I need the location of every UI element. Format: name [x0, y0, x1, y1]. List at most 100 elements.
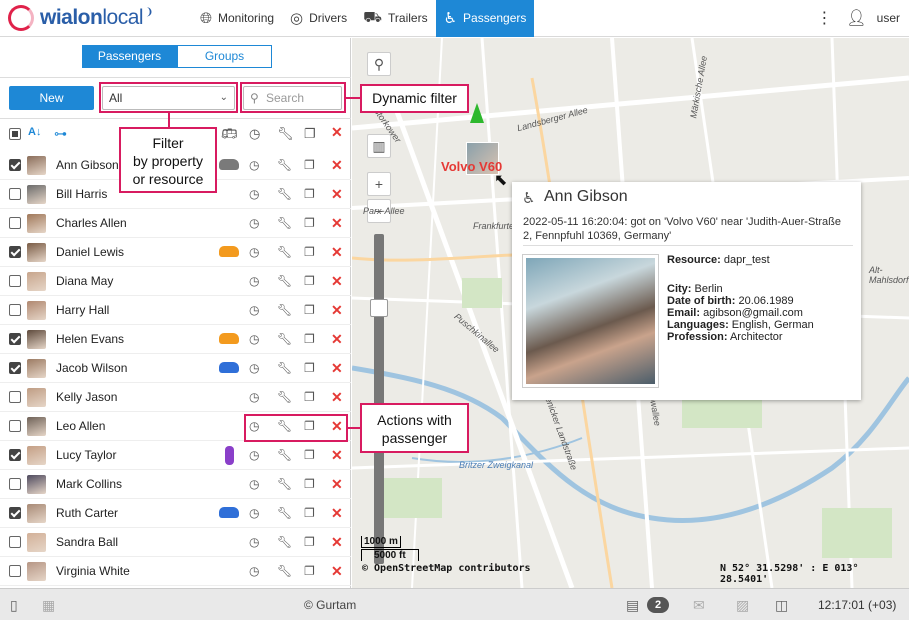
passenger-row[interactable]: Kelly Jason ◷ 🔧︎ ❐ ✕ — [0, 383, 351, 412]
history-icon[interactable]: ◷ — [249, 332, 259, 346]
copy-icon[interactable]: ❐ — [304, 332, 315, 346]
wrench-icon[interactable]: 🔧︎ — [277, 535, 292, 549]
wrench-icon[interactable]: 🔧︎ — [277, 506, 292, 520]
notifications-badge[interactable]: 2 — [647, 597, 669, 613]
nav-trailers[interactable]: ⛟ Trailers — [355, 0, 435, 37]
delete-column-icon[interactable]: ✕ — [331, 124, 343, 141]
wrench-icon[interactable]: 🔧︎ — [277, 448, 292, 462]
passenger-row[interactable]: Jacob Wilson ◷ 🔧︎ ❐ ✕ — [0, 354, 351, 383]
passenger-name[interactable]: Virginia White — [56, 564, 130, 578]
layout-icon[interactable]: ◫ — [775, 597, 788, 614]
passenger-row[interactable]: Mark Collins ◷ 🔧︎ ❐ ✕ — [0, 470, 351, 499]
passenger-row[interactable]: Diana May ◷ 🔧︎ ❐ ✕ — [0, 267, 351, 296]
history-column-icon[interactable]: ◷ — [249, 126, 260, 142]
nav-passengers[interactable]: ♿︎ Passengers — [435, 0, 535, 37]
delete-icon[interactable]: ✕ — [331, 360, 343, 377]
unit-map-label[interactable]: Volvo V60 — [441, 159, 502, 174]
passenger-row[interactable]: Sandra Ball ◷ 🔧︎ ❐ ✕ — [0, 528, 351, 557]
nav-drivers[interactable]: ◎ Drivers — [282, 0, 355, 37]
tab-groups[interactable]: Groups — [177, 45, 272, 68]
wrench-icon[interactable]: 🔧︎ — [277, 158, 292, 172]
copy-icon[interactable]: ❐ — [304, 564, 315, 578]
passenger-name[interactable]: Diana May — [56, 274, 113, 288]
history-icon[interactable]: ◷ — [249, 303, 259, 317]
copy-icon[interactable]: ❐ — [304, 274, 315, 288]
passenger-name[interactable]: Lucy Taylor — [56, 448, 116, 462]
history-icon[interactable]: ◷ — [249, 216, 259, 230]
car-icon[interactable] — [219, 507, 239, 518]
passenger-row[interactable]: Daniel Lewis ◷ 🔧︎ ❐ ✕ — [0, 238, 351, 267]
motorcycle-icon[interactable] — [225, 446, 234, 465]
car-icon[interactable] — [219, 362, 239, 373]
user-name[interactable]: user — [877, 11, 900, 25]
row-checkbox[interactable] — [9, 275, 21, 287]
map-search-button[interactable]: ⚲ — [367, 52, 391, 76]
copy-icon[interactable]: ❐ — [304, 303, 315, 317]
delete-icon[interactable]: ✕ — [331, 389, 343, 406]
copy-icon[interactable]: ❐ — [304, 390, 315, 404]
row-checkbox[interactable] — [9, 304, 21, 316]
passenger-name[interactable]: Leo Allen — [56, 419, 105, 433]
passenger-name[interactable]: Ruth Carter — [56, 506, 118, 520]
delete-icon[interactable]: ✕ — [331, 244, 343, 261]
history-icon[interactable]: ◷ — [249, 448, 259, 462]
row-checkbox[interactable] — [9, 536, 21, 548]
passenger-name[interactable]: Kelly Jason — [56, 390, 117, 404]
wrench-icon[interactable]: 🔧︎ — [277, 564, 292, 578]
copy-icon[interactable]: ❐ — [304, 477, 315, 491]
row-checkbox[interactable] — [9, 333, 21, 345]
copy-icon[interactable]: ❐ — [304, 361, 315, 375]
row-checkbox[interactable] — [9, 159, 21, 171]
row-checkbox[interactable] — [9, 217, 21, 229]
tab-passengers[interactable]: Passengers — [82, 45, 177, 68]
history-icon[interactable]: ◷ — [249, 535, 259, 549]
history-icon[interactable]: ◷ — [249, 477, 259, 491]
wrench-icon[interactable]: 🔧︎ — [277, 274, 292, 288]
row-checkbox[interactable] — [9, 420, 21, 432]
user-icon[interactable]: 👤︎ — [846, 8, 866, 28]
copy-column-icon[interactable]: ❐ — [304, 126, 316, 142]
wrench-icon[interactable]: 🔧︎ — [277, 390, 292, 404]
row-checkbox[interactable] — [9, 246, 21, 258]
panel-toggle-icon[interactable]: ▯ — [10, 597, 18, 614]
copy-icon[interactable]: ❐ — [304, 216, 315, 230]
image-icon[interactable]: ▨ — [736, 597, 749, 614]
passenger-name[interactable]: Ann Gibson — [56, 158, 119, 172]
delete-icon[interactable]: ✕ — [331, 302, 343, 319]
map-layers-button[interactable]: ▥ — [367, 134, 391, 158]
unit-column-icon[interactable]: 🚌︎ — [221, 126, 238, 142]
zoom-in-button[interactable]: + — [367, 172, 391, 196]
delete-icon[interactable]: ✕ — [331, 331, 343, 348]
wrench-icon[interactable]: 🔧︎ — [277, 361, 292, 375]
history-icon[interactable]: ◷ — [249, 390, 259, 404]
row-checkbox[interactable] — [9, 565, 21, 577]
passenger-row[interactable]: Ruth Carter ◷ 🔧︎ ❐ ✕ — [0, 499, 351, 528]
wrench-icon[interactable]: 🔧︎ — [277, 332, 292, 346]
passenger-name[interactable]: Harry Hall — [56, 303, 109, 317]
delete-icon[interactable]: ✕ — [331, 157, 343, 174]
properties-column-icon[interactable]: 🔧︎ — [277, 126, 294, 142]
row-checkbox[interactable] — [9, 188, 21, 200]
grid-icon[interactable]: ▦ — [42, 597, 55, 614]
passenger-name[interactable]: Bill Harris — [56, 187, 107, 201]
passenger-row[interactable]: Charles Allen ◷ 🔧︎ ❐ ✕ — [0, 209, 351, 238]
delete-icon[interactable]: ✕ — [331, 563, 343, 580]
row-checkbox[interactable] — [9, 507, 21, 519]
select-all-checkbox[interactable] — [9, 128, 21, 140]
delete-icon[interactable]: ✕ — [331, 447, 343, 464]
copy-icon[interactable]: ❐ — [304, 448, 315, 462]
passenger-row[interactable]: Harry Hall ◷ 🔧︎ ❐ ✕ — [0, 296, 351, 325]
row-checkbox[interactable] — [9, 449, 21, 461]
row-checkbox[interactable] — [9, 391, 21, 403]
copy-icon[interactable]: ❐ — [304, 245, 315, 259]
history-icon[interactable]: ◷ — [249, 187, 259, 201]
zoom-slider-track[interactable] — [374, 234, 384, 564]
history-icon[interactable]: ◷ — [249, 274, 259, 288]
passenger-name[interactable]: Charles Allen — [56, 216, 127, 230]
group-tree-icon[interactable]: ⊶ — [54, 126, 67, 142]
delete-icon[interactable]: ✕ — [331, 534, 343, 551]
map-attribution[interactable]: © OpenStreetMap contributors — [362, 563, 531, 574]
wrench-icon[interactable]: 🔧︎ — [277, 187, 292, 201]
passenger-name[interactable]: Mark Collins — [56, 477, 122, 491]
passenger-row[interactable]: Lucy Taylor ◷ 🔧︎ ❐ ✕ — [0, 441, 351, 470]
